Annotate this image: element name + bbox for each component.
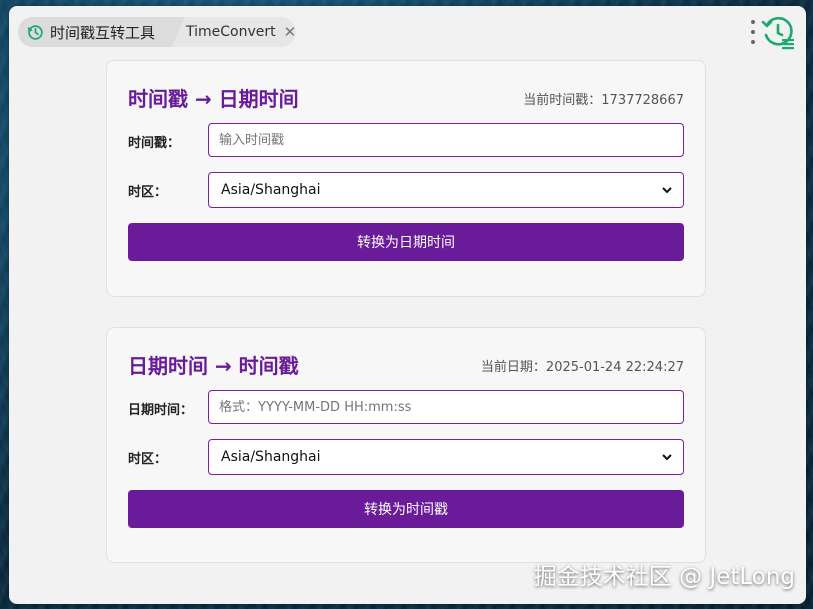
chevron-down-icon [662,187,672,194]
tab-sub-label: TimeConvert [186,24,276,40]
convert-to-timestamp-button[interactable]: 转换为时间戳 [128,490,684,528]
datetime-label: 日期时间： [128,403,194,418]
current-date: 当前日期：2025-01-24 22:24:27 [480,360,684,375]
watermark: 掘金技术社区 @ JetLong [533,564,795,590]
history-clock-icon[interactable] [761,16,795,50]
timestamp-row: 时间戳： [128,123,684,159]
timezone-label: 时区： [128,452,168,467]
timezone-select[interactable]: Asia/Shanghai [208,172,684,208]
chevron-down-icon [662,454,672,461]
card-header: 日期时间 → 时间戳 当前日期：2025-01-24 22:24:27 [128,350,684,378]
timezone-row: 时区： Asia/Shanghai [128,439,684,475]
timestamp-to-datetime-card: 时间戳 → 日期时间 当前时间戳：1737728667 时间戳： 时区： Asi… [106,60,706,297]
card-title: 时间戳 → 日期时间 [128,87,299,111]
card-header: 时间戳 → 日期时间 当前时间戳：1737728667 [128,83,684,111]
tab-timeconvert[interactable]: TimeConvert ✕ [172,17,296,47]
timezone-select[interactable]: Asia/Shanghai [208,439,684,475]
timezone-row: 时区： Asia/Shanghai [128,172,684,208]
current-timestamp: 当前时间戳：1737728667 [523,93,684,108]
datetime-input[interactable] [208,390,684,424]
timezone-value: Asia/Shanghai [221,449,321,465]
timezone-value: Asia/Shanghai [221,182,321,198]
timestamp-label: 时间戳： [128,136,181,151]
app-window: 时间戳互转工具 TimeConvert ✕ 时间戳 → 日期时间 当前时间戳：1… [9,6,806,604]
convert-to-datetime-button[interactable]: 转换为日期时间 [128,223,684,261]
tab-main-label: 时间戳互转工具 [50,23,156,42]
card-title: 日期时间 → 时间戳 [128,354,299,378]
datetime-to-timestamp-card: 日期时间 → 时间戳 当前日期：2025-01-24 22:24:27 日期时间… [106,327,706,563]
timezone-label: 时区： [128,185,168,200]
datetime-row: 日期时间： [128,390,684,426]
close-icon[interactable]: ✕ [284,24,296,40]
tab-bar: 时间戳互转工具 TimeConvert ✕ [9,6,806,58]
clock-convert-icon [27,24,43,40]
timestamp-input[interactable] [208,123,684,157]
tab-time-tool[interactable]: 时间戳互转工具 [18,17,186,47]
more-vertical-icon[interactable] [748,20,758,44]
